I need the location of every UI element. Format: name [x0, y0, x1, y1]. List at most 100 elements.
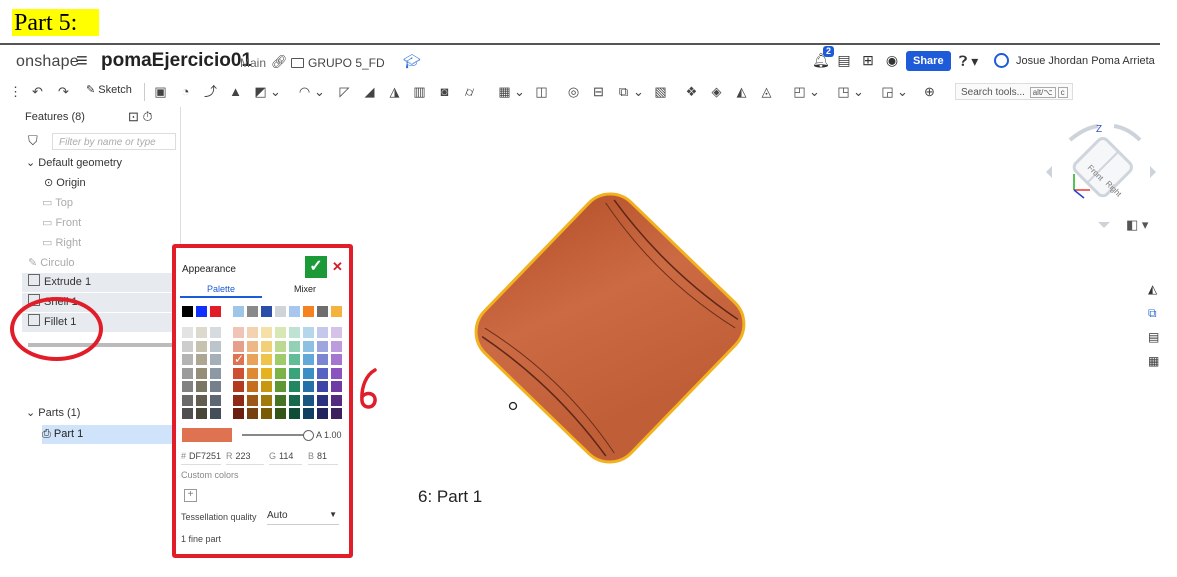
color-swatch[interactable]	[303, 327, 314, 338]
mass-properties-icon[interactable]: ▤	[1148, 330, 1162, 344]
color-swatch[interactable]	[196, 340, 207, 352]
color-swatch[interactable]	[261, 394, 272, 406]
color-swatch[interactable]	[303, 394, 314, 406]
modify-fillet-icon[interactable]: ❖	[684, 84, 699, 99]
alpha-slider[interactable]	[242, 434, 306, 436]
color-swatch[interactable]	[331, 394, 342, 406]
color-swatch[interactable]	[247, 354, 258, 365]
rollback-timer-icon[interactable]: ⏱︎	[143, 109, 153, 124]
color-swatch[interactable]	[210, 354, 221, 365]
color-swatch[interactable]	[247, 340, 258, 352]
color-swatch[interactable]	[261, 408, 272, 419]
chevron-down-icon[interactable]: ⌄	[851, 84, 866, 99]
filter-input[interactable]: Filter by name or type	[52, 133, 176, 150]
color-swatch[interactable]	[317, 381, 328, 392]
loft-icon[interactable]: ▲	[228, 84, 243, 99]
color-swatch[interactable]	[331, 408, 342, 419]
color-swatch[interactable]	[303, 340, 314, 352]
chevron-down-icon[interactable]: ⌄	[312, 84, 327, 99]
color-swatch[interactable]	[247, 394, 258, 406]
plane-icon[interactable]: ◰	[792, 84, 807, 99]
color-swatch[interactable]	[303, 306, 314, 317]
plane-row-right[interactable]: ▭ Right	[42, 234, 81, 252]
view-options-icon[interactable]: ◧ ▾	[1126, 217, 1148, 233]
default-geometry-row[interactable]: ⌄ Default geometry	[26, 154, 122, 172]
notifications-icon[interactable]: 🔔︎ 2	[812, 46, 834, 68]
color-swatch[interactable]	[289, 408, 300, 419]
color-swatch[interactable]	[317, 354, 328, 365]
color-swatch[interactable]	[247, 367, 258, 379]
color-swatch[interactable]	[303, 408, 314, 419]
helix-icon[interactable]: ◳	[836, 84, 851, 99]
color-swatch[interactable]	[303, 354, 314, 365]
color-swatch[interactable]	[289, 354, 300, 365]
branch-label[interactable]: Main	[240, 56, 266, 70]
tab-palette[interactable]: Palette	[180, 284, 262, 298]
color-swatch[interactable]	[233, 408, 244, 419]
origin-row[interactable]: ⊙ Origin	[44, 174, 86, 192]
close-icon[interactable]: ✕	[332, 259, 343, 275]
color-swatch[interactable]	[261, 381, 272, 392]
color-swatch[interactable]	[233, 394, 244, 406]
variables-icon[interactable]: ⧉	[1148, 306, 1162, 320]
color-swatch[interactable]	[275, 394, 286, 406]
color-swatch[interactable]	[331, 340, 342, 352]
color-swatch[interactable]	[233, 381, 244, 392]
color-swatch[interactable]	[317, 340, 328, 352]
color-swatch[interactable]	[182, 367, 193, 379]
color-swatch[interactable]	[210, 306, 221, 317]
more-icon[interactable]: ⋮	[8, 84, 23, 99]
color-swatch[interactable]	[275, 327, 286, 338]
color-swatch[interactable]	[196, 306, 207, 317]
color-swatch[interactable]	[233, 306, 244, 317]
add-custom-feature-icon[interactable]: ⊕	[922, 84, 937, 99]
color-swatch[interactable]	[182, 327, 193, 338]
boolean-icon[interactable]: ◎	[566, 84, 581, 99]
color-swatch[interactable]	[317, 367, 328, 379]
part-body-3d[interactable]	[440, 180, 780, 480]
measure-icon[interactable]: ▦	[1148, 354, 1162, 368]
sketch-row[interactable]: ✎ Circulo	[28, 254, 75, 272]
menu-icon[interactable]: ≡	[76, 50, 88, 73]
search-tools-input[interactable]: Search tools... alt/⌥ c	[955, 83, 1073, 100]
mirror-icon[interactable]: ◫	[534, 84, 549, 99]
fillet-icon[interactable]: ◠	[297, 84, 312, 99]
hole-icon[interactable]: ◙	[437, 84, 452, 99]
appearance-panel-icon[interactable]: ◭	[1148, 282, 1162, 296]
tessellation-select[interactable]: Auto ▼	[267, 510, 339, 525]
color-swatch[interactable]	[317, 306, 328, 317]
feature-row-extrude[interactable]: Extrude 1	[22, 273, 180, 293]
move-face-icon[interactable]: ◈	[709, 84, 724, 99]
chevron-down-icon[interactable]: ⌄	[268, 84, 283, 99]
color-swatch[interactable]	[261, 327, 272, 338]
color-swatch[interactable]	[182, 408, 193, 419]
extrude-icon[interactable]: ▣	[153, 84, 168, 99]
user-avatar-icon[interactable]	[994, 53, 1009, 68]
color-swatch[interactable]	[289, 367, 300, 379]
color-swatch[interactable]	[331, 327, 342, 338]
revolve-icon[interactable]: ◔	[178, 84, 193, 99]
color-swatch[interactable]	[247, 327, 258, 338]
delete-part-icon[interactable]: ▧	[653, 84, 668, 99]
color-swatch[interactable]	[289, 394, 300, 406]
color-swatch[interactable]	[196, 367, 207, 379]
share-button[interactable]: Share	[906, 51, 951, 71]
color-swatch[interactable]	[289, 306, 300, 317]
color-swatch[interactable]	[182, 340, 193, 352]
color-swatch[interactable]	[275, 340, 286, 352]
thicken-icon[interactable]: ◩	[253, 84, 268, 99]
color-swatch[interactable]	[210, 340, 221, 352]
chevron-down-icon[interactable]: ⌄	[807, 84, 822, 99]
pattern-icon[interactable]: ▦	[497, 84, 512, 99]
color-swatch[interactable]	[261, 306, 272, 317]
color-swatch[interactable]	[210, 394, 221, 406]
transform-icon[interactable]: ⧉	[616, 84, 631, 99]
color-swatch[interactable]	[261, 367, 272, 379]
color-swatch[interactable]	[303, 381, 314, 392]
document-title[interactable]: pomaEjercicio01	[101, 50, 252, 72]
tab-mixer[interactable]: Mixer	[264, 284, 346, 294]
add-custom-color-icon[interactable]: +	[184, 489, 197, 502]
color-swatch[interactable]	[275, 306, 286, 317]
red-field[interactable]: R 223	[226, 451, 264, 465]
color-swatch[interactable]	[289, 340, 300, 352]
